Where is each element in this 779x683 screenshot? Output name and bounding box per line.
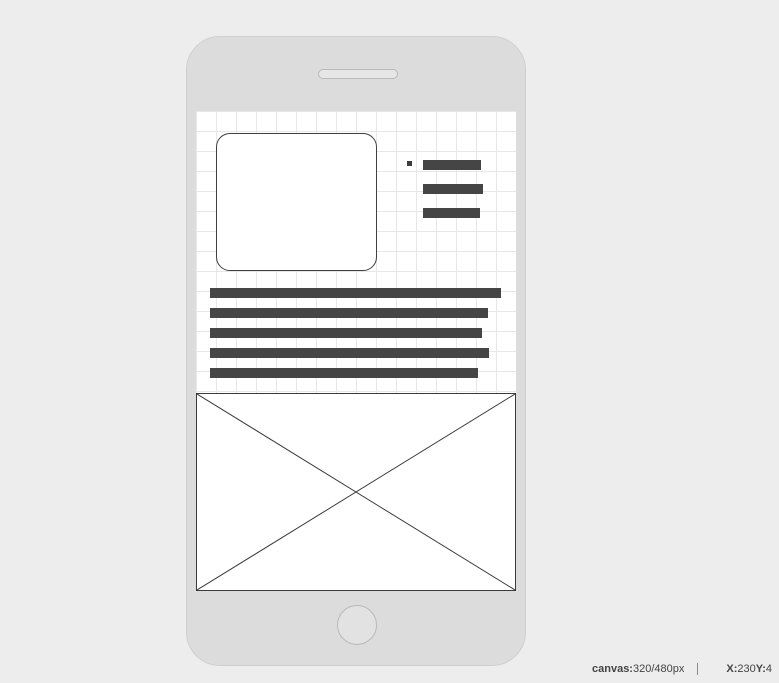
list-item-bar[interactable] bbox=[423, 160, 481, 170]
phone-home-button[interactable] bbox=[337, 605, 377, 645]
text-line-bar[interactable] bbox=[210, 288, 501, 298]
rounded-image-box[interactable] bbox=[216, 133, 377, 271]
y-coordinate-label: Y: bbox=[755, 663, 766, 675]
text-line-bar[interactable] bbox=[210, 308, 488, 318]
list-item-bar[interactable] bbox=[423, 184, 483, 194]
text-line-bar[interactable] bbox=[210, 328, 482, 338]
text-line-bar[interactable] bbox=[210, 368, 478, 378]
list-item-bar[interactable] bbox=[423, 208, 480, 218]
x-coordinate-value: 230 bbox=[737, 663, 756, 675]
canvas-screen[interactable] bbox=[196, 111, 516, 591]
image-placeholder[interactable] bbox=[196, 393, 516, 591]
canvas-size-value: 320/480px bbox=[632, 663, 685, 675]
x-coordinate-label: X: bbox=[726, 663, 738, 675]
canvas-label: canvas: bbox=[592, 663, 633, 675]
square-bullet-icon bbox=[407, 161, 412, 166]
status-divider bbox=[697, 663, 699, 675]
phone-speaker bbox=[318, 69, 398, 79]
y-coordinate-value: 4 bbox=[765, 663, 773, 675]
text-line-bar[interactable] bbox=[210, 348, 489, 358]
status-bar: canvas: 320/480px X: 230 Y: 4 bbox=[592, 662, 772, 676]
image-placeholder-icon bbox=[197, 394, 515, 590]
